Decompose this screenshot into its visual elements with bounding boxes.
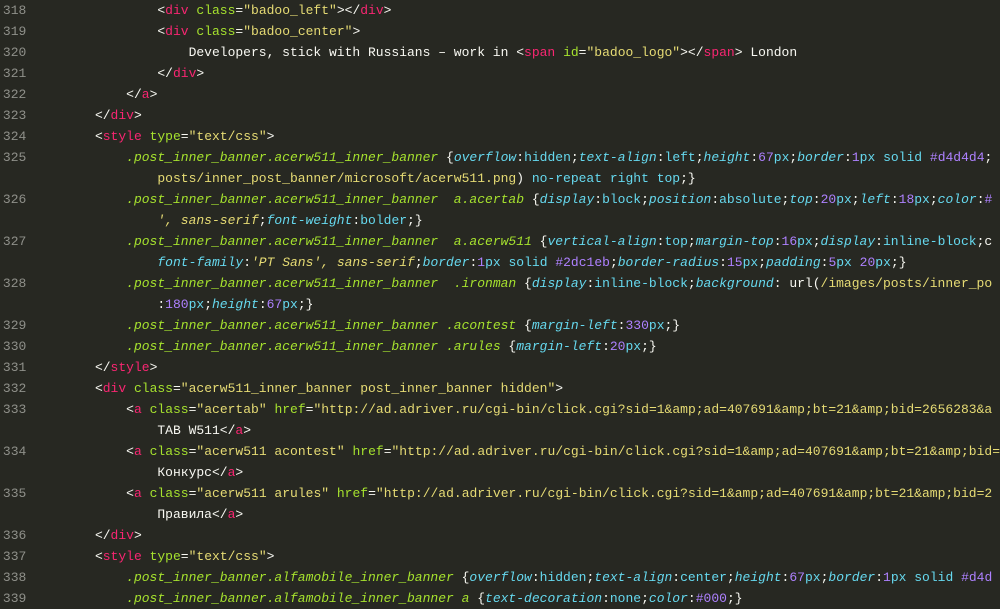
- code-line[interactable]: .post_inner_banner.acerw511_inner_banner…: [40, 336, 1000, 357]
- line-number: 338: [0, 567, 26, 588]
- line-number: [0, 294, 26, 315]
- line-number: 333: [0, 399, 26, 420]
- line-number: 337: [0, 546, 26, 567]
- line-number: 334: [0, 441, 26, 462]
- line-number: 336: [0, 525, 26, 546]
- code-line[interactable]: </div>: [40, 525, 1000, 546]
- code-line[interactable]: TAB W511</a>: [40, 420, 1000, 441]
- code-line[interactable]: </style>: [40, 357, 1000, 378]
- code-line[interactable]: </div>: [40, 63, 1000, 84]
- code-line[interactable]: <a class="acertab" href="http://ad.adriv…: [40, 399, 1000, 420]
- code-line[interactable]: posts/inner_post_banner/microsoft/acerw5…: [40, 168, 1000, 189]
- line-number: 322: [0, 84, 26, 105]
- line-number: 324: [0, 126, 26, 147]
- code-line[interactable]: <a class="acerw511 arules" href="http://…: [40, 483, 1000, 504]
- code-line[interactable]: <a class="acerw511 acontest" href="http:…: [40, 441, 1000, 462]
- code-line[interactable]: :180px;height:67px;}: [40, 294, 1000, 315]
- code-line[interactable]: </a>: [40, 84, 1000, 105]
- code-editor: 3183193203213223233243253263273283293303…: [0, 0, 1000, 500]
- code-line[interactable]: <div class="acerw511_inner_banner post_i…: [40, 378, 1000, 399]
- line-number: 331: [0, 357, 26, 378]
- line-number: [0, 252, 26, 273]
- code-line[interactable]: .post_inner_banner.acerw511_inner_banner…: [40, 231, 1000, 252]
- code-line[interactable]: <style type="text/css">: [40, 546, 1000, 567]
- line-number: 319: [0, 21, 26, 42]
- line-number: [0, 168, 26, 189]
- code-line[interactable]: <style type="text/css">: [40, 126, 1000, 147]
- line-number: 321: [0, 63, 26, 84]
- line-number: [0, 420, 26, 441]
- code-line[interactable]: .post_inner_banner.acerw511_inner_banner…: [40, 315, 1000, 336]
- code-line[interactable]: </div>: [40, 105, 1000, 126]
- line-number: 318: [0, 0, 26, 21]
- line-number: 326: [0, 189, 26, 210]
- line-number: [0, 462, 26, 483]
- line-number: 335: [0, 483, 26, 504]
- line-number: 323: [0, 105, 26, 126]
- code-line[interactable]: .post_inner_banner.alfamobile_inner_bann…: [40, 588, 1000, 609]
- code-line[interactable]: font-family:'PT Sans', sans-serif;border…: [40, 252, 1000, 273]
- line-number: [0, 504, 26, 525]
- line-number: [0, 210, 26, 231]
- line-number: 320: [0, 42, 26, 63]
- code-line[interactable]: <div class="badoo_left"></div>: [40, 0, 1000, 21]
- line-number: 328: [0, 273, 26, 294]
- line-number-gutter: 3183193203213223233243253263273283293303…: [0, 0, 34, 500]
- line-number: 325: [0, 147, 26, 168]
- code-line[interactable]: <div class="badoo_center">: [40, 21, 1000, 42]
- line-number: 327: [0, 231, 26, 252]
- code-line[interactable]: Правила</a>: [40, 504, 1000, 525]
- code-line[interactable]: .post_inner_banner.alfamobile_inner_bann…: [40, 567, 1000, 588]
- line-number: 332: [0, 378, 26, 399]
- code-line[interactable]: .post_inner_banner.acerw511_inner_banner…: [40, 273, 1000, 294]
- line-number: 339: [0, 588, 26, 609]
- code-area[interactable]: <div class="badoo_left"></div> <div clas…: [34, 0, 1000, 500]
- code-line[interactable]: ', sans-serif;font-weight:bolder;}: [40, 210, 1000, 231]
- line-number: 329: [0, 315, 26, 336]
- code-line[interactable]: Конкурс</a>: [40, 462, 1000, 483]
- code-line[interactable]: Developers, stick with Russians – work i…: [40, 42, 1000, 63]
- line-number: 330: [0, 336, 26, 357]
- code-line[interactable]: .post_inner_banner.acerw511_inner_banner…: [40, 147, 1000, 168]
- code-line[interactable]: .post_inner_banner.acerw511_inner_banner…: [40, 189, 1000, 210]
